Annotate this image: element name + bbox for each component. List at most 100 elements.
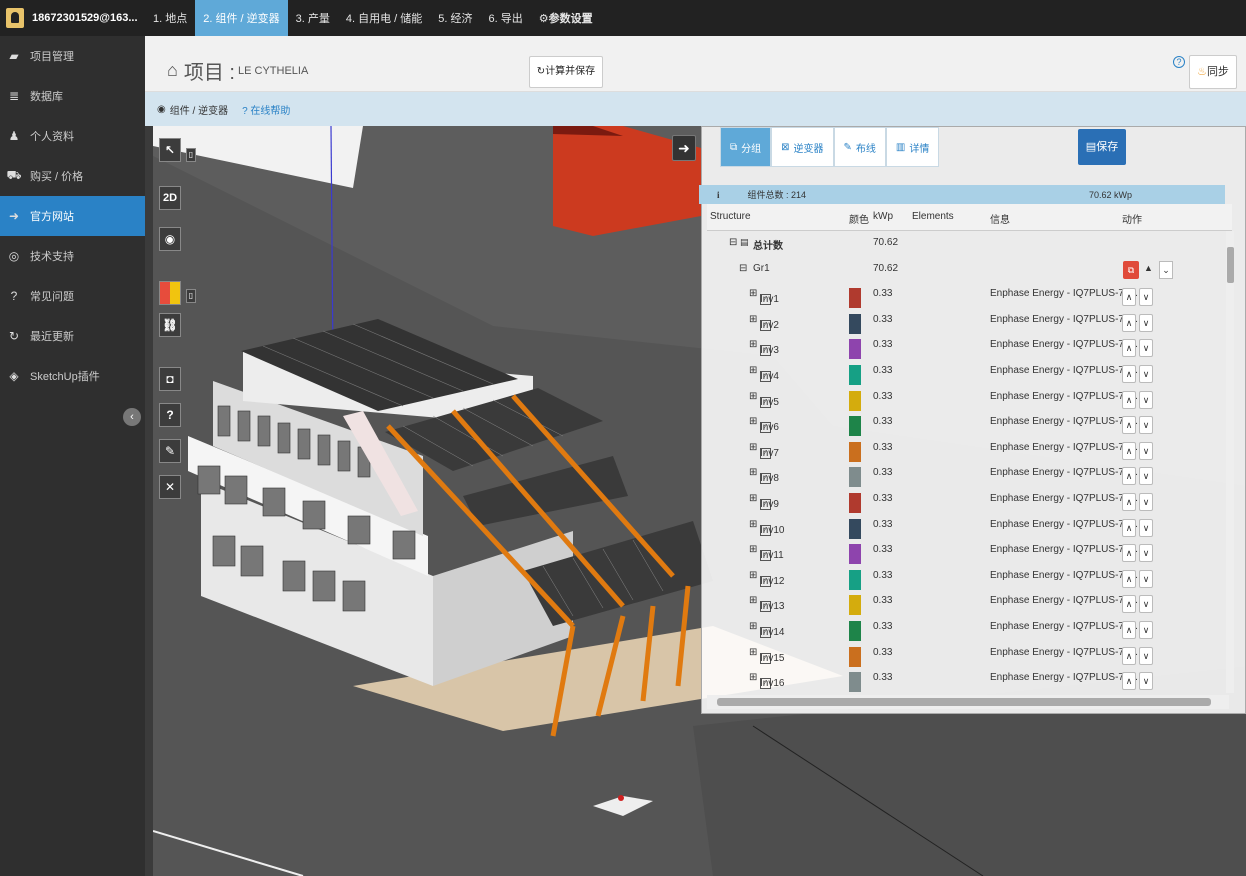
tab-step-5[interactable]: 6. 导出 [481,0,531,36]
expand-icon[interactable]: ⊞ [749,621,757,632]
move-up-button[interactable]: ∧ [1122,467,1136,486]
color-swatch[interactable] [849,365,861,385]
move-down-button[interactable]: ∨ [1139,441,1153,460]
color-swatch[interactable] [849,621,861,641]
color-swatch[interactable] [849,646,861,667]
column-header[interactable]: 颜色 [849,211,869,226]
sidebar-item-8[interactable]: ◈ SketchUp插件 [0,356,145,396]
collapse-icon[interactable]: ⊟ [729,237,737,248]
tab-step-2[interactable]: 3. 产量 [288,0,338,36]
column-header[interactable]: kWp [873,211,893,222]
color-swatch[interactable] [849,416,861,437]
move-down-button[interactable]: ∨ [1139,288,1153,307]
move-down-button[interactable]: ∨ [1139,569,1153,588]
move-up-button[interactable]: ∧ [1122,390,1136,409]
column-header[interactable]: Elements [912,211,954,222]
group-action-icon[interactable]: ⧉ [1123,260,1139,279]
expand-icon[interactable]: ⊞ [749,365,757,376]
color-swatch[interactable] [849,518,861,539]
move-up-button[interactable]: ∧ [1122,365,1136,383]
color-swatch[interactable] [849,288,861,309]
expand-icon[interactable]: ⊞ [749,647,757,658]
table-row-total[interactable]: ⊟ ▤ 总计数 70.62 [707,231,1222,257]
color-swatch[interactable] [849,493,861,513]
sidebar-item-0[interactable]: ▰ 项目管理 [0,36,145,76]
expand-icon[interactable]: ⊞ [749,339,757,350]
lock-icon-2[interactable]: ▯ [186,289,196,303]
collapse-icon[interactable]: ⊟ [739,263,747,274]
move-up-button[interactable]: ∧ [1122,339,1136,358]
tab-step-3[interactable]: 4. 自用电 / 储能 [338,0,430,36]
shuffle-icon[interactable]: ✕ [159,475,181,499]
move-up-button[interactable]: ∧ [1122,544,1136,563]
horizontal-scrollbar-thumb[interactable] [717,698,1211,706]
table-row[interactable]: ⊞ ⁄ Inv10 0.33 Enphase Energy - IQ7PLUS-72..… [707,513,1222,539]
lock-icon[interactable]: ▯ [186,148,196,162]
move-up-button[interactable]: ∧ [1122,595,1136,614]
color-swatch[interactable] [849,441,861,462]
online-help-link[interactable]: ? 在线帮助 [242,102,290,117]
table-row[interactable]: ⊞ ⁄ Inv12 0.33 Enphase Energy - IQ7PLUS-72..… [707,564,1222,590]
expand-icon[interactable]: ⊞ [749,672,757,683]
move-down-button[interactable]: ∨ [1139,646,1153,665]
help-tool-button[interactable]: ? [159,403,181,427]
move-down-button[interactable]: ∨ [1139,518,1153,537]
expand-icon[interactable]: ⊞ [749,467,757,478]
arrow-right-icon[interactable]: ➜ [672,135,696,161]
move-down-button[interactable]: ∨ [1139,365,1153,383]
table-row[interactable]: ⊞ ⁄ Inv11 0.33 Enphase Energy - IQ7PLUS-72..… [707,538,1222,565]
move-up-button[interactable]: ∧ [1122,569,1136,588]
color-swatch[interactable] [849,569,861,590]
color-swatch[interactable] [849,467,861,488]
move-up-button[interactable]: ∧ [1122,493,1136,511]
horizontal-scrollbar[interactable] [707,695,1229,709]
vertical-scrollbar-thumb[interactable] [1227,247,1234,283]
column-header[interactable]: Structure [710,211,751,222]
table-row[interactable]: ⊞ ⁄ Inv1 0.33 Enphase Energy - IQ7PLUS-72...… [707,282,1222,309]
sidebar-item-3[interactable]: ⛟ 购买 / 价格 [0,156,145,196]
save-button[interactable]: ▤保存 [1078,129,1126,165]
move-down-button[interactable]: ∨ [1139,467,1153,486]
table-row[interactable]: ⊞ ⁄ Inv9 0.33 Enphase Energy - IQ7PLUS-72...… [707,487,1222,513]
column-header[interactable]: 动作 [1122,211,1142,226]
table-row[interactable]: ⊞ ⁄ Inv15 0.33 Enphase Energy - IQ7PLUS-72..… [707,641,1222,667]
move-down-button[interactable]: ∨ [1139,621,1153,639]
move-down-button[interactable]: ∨ [1139,339,1153,358]
move-down-button[interactable]: ∨ [1139,416,1153,435]
move-up-button[interactable]: ∧ [1122,518,1136,537]
color-swatch[interactable] [849,339,861,360]
table-row-group[interactable]: ⊟ Gr1 70.62 ⧉ ▲ ⌄ [707,257,1222,283]
move-up-button[interactable]: ∧ [1122,621,1136,639]
color-swatch[interactable] [849,544,861,565]
expand-icon[interactable]: ⊞ [749,314,757,325]
tab-step-4[interactable]: 5. 经济 [430,0,480,36]
user-account[interactable]: 18672301529@163... [0,0,145,36]
sidebar-item-7[interactable]: ↻ 最近更新 [0,316,145,356]
expand-icon[interactable]: ⊞ [749,442,757,453]
view-2d-button[interactable]: 2D [159,186,181,210]
select-pointer-icon[interactable]: ↖ [159,138,181,162]
table-row[interactable]: ⊞ ⁄ Inv4 0.33 Enphase Energy - IQ7PLUS-72...… [707,359,1222,385]
expand-icon[interactable]: ⊞ [749,519,757,530]
expand-icon[interactable]: ⊞ [749,570,757,581]
table-row[interactable]: ⊞ ⁄ Inv8 0.33 Enphase Energy - IQ7PLUS-72...… [707,461,1222,488]
table-row[interactable]: ⊞ ⁄ Inv2 0.33 Enphase Energy - IQ7PLUS-72...… [707,308,1222,334]
collapse-sidebar-icon[interactable]: ‹ [123,408,141,426]
vertical-scrollbar[interactable] [1226,231,1234,693]
expand-icon[interactable]: ⊞ [749,493,757,504]
tab-step-6[interactable]: ⚙ 参数设置 [531,0,601,36]
move-up-button[interactable]: ∧ [1122,441,1136,460]
expand-icon[interactable]: ⊞ [749,288,757,299]
sync-button[interactable]: ♨同步 [1189,55,1237,89]
panel-tab-2[interactable]: ✎ 布线 [833,127,886,167]
move-up-button[interactable]: ∧ [1122,672,1136,691]
table-row[interactable]: ⊞ ⁄ Inv5 0.33 Enphase Energy - IQ7PLUS-72...… [707,385,1222,411]
expand-icon[interactable]: ⊞ [749,595,757,606]
move-down-button[interactable]: ∨ [1139,313,1153,332]
table-row[interactable]: ⊞ ⁄ Inv13 0.33 Enphase Energy - IQ7PLUS-72..… [707,589,1222,616]
sidebar-item-5[interactable]: ◎ 技术支持 [0,236,145,276]
column-header[interactable]: 信息 [990,211,1010,226]
color-swatch[interactable] [849,390,861,411]
move-up-button[interactable]: ∧ [1122,288,1136,307]
3d-viewport[interactable]: ↖ ▯ 2D ◉ ▯ ⛓ ◘ ? ✎ ✕ ➜ ⧉ 分组 ⊠ 逆变器 ✎ 布线 ▥ 详情… [153,126,1246,876]
